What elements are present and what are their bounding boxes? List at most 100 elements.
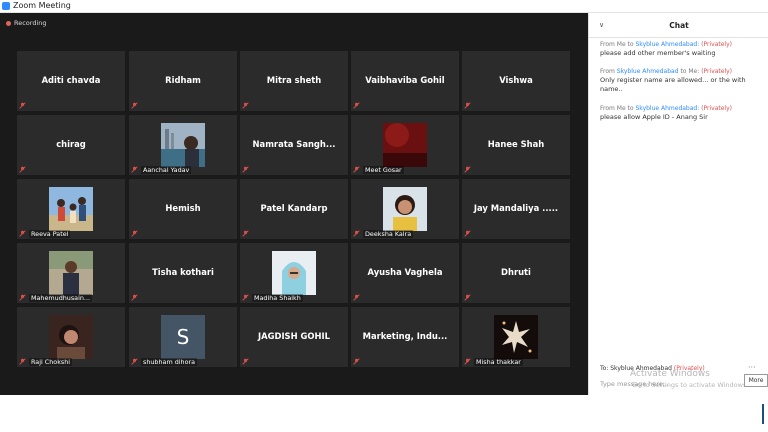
participant-name-label: Reeva Patel <box>29 230 71 238</box>
more-tooltip: More <box>744 374 768 387</box>
participant-name: Vaibhaviba Gohil <box>365 75 445 85</box>
participant-name-label: shubham dihora <box>141 358 198 366</box>
participant-photo <box>161 123 205 167</box>
participant-tile[interactable]: Patel Kandarp <box>240 179 348 239</box>
participant-tile[interactable]: Namrata Sangh... <box>240 115 348 175</box>
muted-mic-icon <box>242 166 249 173</box>
participant-name: Dhruti <box>501 267 531 277</box>
muted-mic-icon <box>464 230 471 237</box>
participant-name-label: Mahemudhusain... <box>29 294 93 302</box>
activate-windows-title: Activate Windows <box>630 369 710 379</box>
participant-name-label: Misha thakkar <box>474 358 523 366</box>
participant-tile[interactable]: S shubham dihora <box>129 307 237 367</box>
participant-photo <box>272 251 316 295</box>
muted-mic-icon <box>242 358 249 365</box>
activate-windows-subtitle: Go to Settings to activate Windows. <box>632 381 749 389</box>
muted-mic-icon <box>464 166 471 173</box>
recording-indicator: Recording <box>6 19 47 27</box>
participant-name: Hanee Shah <box>487 139 545 149</box>
participant-name: Hemish <box>165 203 201 213</box>
muted-mic-icon <box>242 102 249 109</box>
participant-name-label: Deeksha Kalra <box>363 230 414 238</box>
participant-name: Namrata Sangh... <box>252 139 336 149</box>
participant-photo <box>383 123 427 167</box>
participant-tile[interactable]: Mitra sheth <box>240 51 348 111</box>
participant-tile[interactable]: Tisha kothari <box>129 243 237 303</box>
video-gallery: Recording Aditi chavda Ridham Mitra shet… <box>0 13 588 395</box>
chat-sender: From Me to Skyblue Ahmedabad: (Privately… <box>600 41 732 48</box>
participant-tile[interactable]: chirag <box>17 115 125 175</box>
muted-mic-icon <box>19 102 26 109</box>
participant-name: Vishwa <box>499 75 533 85</box>
muted-mic-icon <box>353 102 360 109</box>
participant-photo <box>494 315 538 359</box>
participant-tile[interactable]: Deeksha Kalra <box>351 179 459 239</box>
chat-header: ∨ Chat <box>589 13 768 38</box>
muted-mic-icon <box>464 102 471 109</box>
participant-tile[interactable]: Ayusha Vaghela <box>351 243 459 303</box>
participant-name: JAGDISH GOHIL <box>258 331 330 341</box>
zoom-logo-icon <box>2 2 10 10</box>
chat-message: From Me to Skyblue Ahmedabad: (Privately… <box>600 40 760 58</box>
participant-name: Marketing, Indu... <box>362 331 448 341</box>
participant-tile[interactable]: Meet Gosar <box>351 115 459 175</box>
participant-tile[interactable]: Misha thakkar <box>462 307 570 367</box>
participant-name: Aditi chavda <box>41 75 101 85</box>
participant-name-label: Meet Gosar <box>363 166 404 174</box>
participant-name: Ridham <box>165 75 201 85</box>
more-options-icon[interactable]: ··· <box>748 363 756 372</box>
participant-tile[interactable]: Dhruti <box>462 243 570 303</box>
participant-tile[interactable]: Hemish <box>129 179 237 239</box>
participant-name: Jay Mandaliya ..... <box>473 203 559 213</box>
participant-tile[interactable]: Hanee Shah <box>462 115 570 175</box>
participant-photo <box>49 187 93 231</box>
muted-mic-icon <box>19 294 26 301</box>
muted-mic-icon <box>353 294 360 301</box>
chat-message: From Skyblue Ahmedabad to Me: (Privately… <box>600 67 760 94</box>
participant-photo <box>49 251 93 295</box>
muted-mic-icon <box>131 166 138 173</box>
participant-tile[interactable]: Aanchal Yadav <box>129 115 237 175</box>
chat-sender: From Me to Skyblue Ahmedabad: (Privately… <box>600 105 732 112</box>
participant-tile[interactable]: Marketing, Indu... <box>351 307 459 367</box>
muted-mic-icon <box>131 294 138 301</box>
participant-tile[interactable]: Aditi chavda <box>17 51 125 111</box>
muted-mic-icon <box>242 230 249 237</box>
participant-name: chirag <box>56 139 86 149</box>
chat-title: Chat <box>669 21 689 30</box>
recording-dot-icon <box>6 20 11 26</box>
muted-mic-icon <box>19 166 26 173</box>
participant-tile[interactable]: Madiha Shaikh <box>240 243 348 303</box>
chat-panel: ∨ Chat From Me to Skyblue Ahmedabad: (Pr… <box>588 13 768 395</box>
muted-mic-icon <box>19 230 26 237</box>
participant-photo <box>49 315 93 359</box>
chat-text: please allow Apple ID - Anang Sir <box>600 113 708 121</box>
participant-name: Patel Kandarp <box>260 203 328 213</box>
muted-mic-icon <box>131 102 138 109</box>
participant-name: Tisha kothari <box>152 267 214 277</box>
participant-tile[interactable]: Raji Chokshi <box>17 307 125 367</box>
chat-message: From Me to Skyblue Ahmedabad: (Privately… <box>600 104 760 122</box>
muted-mic-icon <box>353 166 360 173</box>
muted-mic-icon <box>353 230 360 237</box>
muted-mic-icon <box>131 230 138 237</box>
participant-tile[interactable]: Mahemudhusain... <box>17 243 125 303</box>
participant-tile[interactable]: Jay Mandaliya ..... <box>462 179 570 239</box>
window-title: Zoom Meeting <box>13 1 71 10</box>
participant-tile[interactable]: Vaibhaviba Gohil <box>351 51 459 111</box>
participant-name: Ayusha Vaghela <box>367 267 443 277</box>
participant-name: Mitra sheth <box>266 75 322 85</box>
muted-mic-icon <box>353 358 360 365</box>
muted-mic-icon <box>19 358 26 365</box>
participant-tile[interactable]: Vishwa <box>462 51 570 111</box>
edge-indicator <box>762 404 764 424</box>
participant-photo <box>383 187 427 231</box>
muted-mic-icon <box>464 294 471 301</box>
participant-tile[interactable]: Ridham <box>129 51 237 111</box>
muted-mic-icon <box>131 358 138 365</box>
avatar-initial: S <box>161 315 205 359</box>
participant-tile[interactable]: Reeva Patel <box>17 179 125 239</box>
participant-tile[interactable]: JAGDISH GOHIL <box>240 307 348 367</box>
title-bar: Zoom Meeting <box>0 0 768 13</box>
chat-text: Only register name are allowed... or the… <box>600 76 746 93</box>
